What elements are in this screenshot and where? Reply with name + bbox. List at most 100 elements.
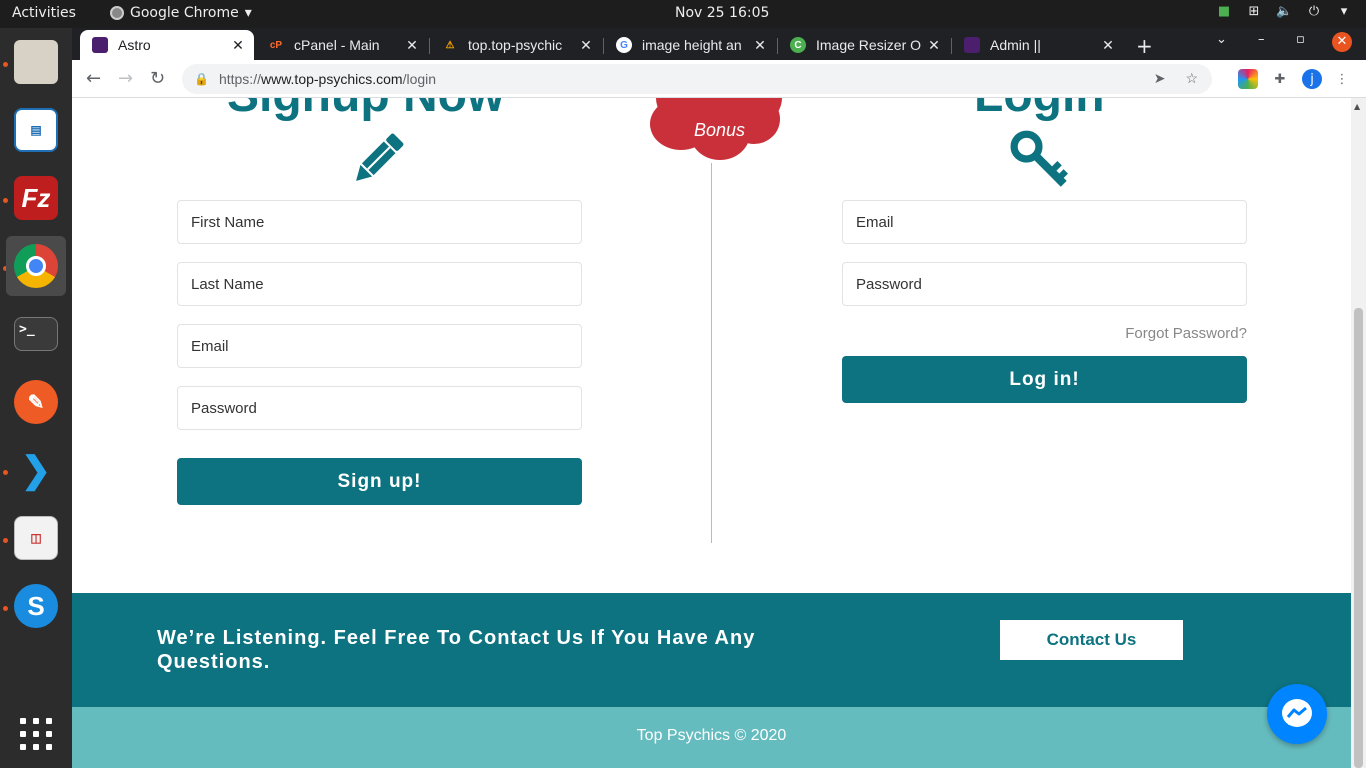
app-menu[interactable]: Google Chrome ▾ [110, 5, 252, 21]
close-tab-icon[interactable]: ✕ [1098, 37, 1118, 54]
footer: Top Psychics © 2020 [72, 707, 1351, 768]
page-scrollbar[interactable]: ▲ [1351, 98, 1366, 768]
chrome-small-icon [110, 6, 124, 20]
login-password-input[interactable] [842, 262, 1247, 306]
google-favicon-icon: G [616, 37, 632, 53]
lock-icon[interactable]: 🔒 [194, 72, 209, 86]
dock-document-reader[interactable]: ◫ [6, 508, 66, 568]
login-button[interactable]: Log in! [842, 356, 1247, 403]
dock-files[interactable] [6, 32, 66, 92]
tab-title: image height an [642, 37, 742, 53]
bonus-label: Bonus [693, 120, 746, 140]
send-icon[interactable]: ➤ [1154, 70, 1166, 87]
dock-skype[interactable]: S [6, 576, 66, 636]
address-bar[interactable]: 🔒 https://www.top-psychics.com/login ➤ ☆ [182, 64, 1212, 94]
tab-strip: Astro ✕ cP cPanel - Main ✕ ⚠ top.top-psy… [72, 28, 1366, 60]
forward-icon[interactable]: → [118, 68, 133, 89]
signup-button[interactable]: Sign up! [177, 458, 582, 505]
dock-vscode[interactable]: ❯ [6, 440, 66, 500]
activities-button[interactable]: Activities [12, 5, 76, 21]
maximize-icon[interactable]: ▫ [1296, 32, 1305, 47]
tab-title: top.top-psychic [468, 37, 563, 53]
forgot-password-link[interactable]: Forgot Password? [1032, 325, 1247, 342]
color-picker-extension-icon[interactable] [1238, 69, 1258, 89]
dock-terminal[interactable]: >_ [6, 304, 66, 364]
reload-icon[interactable]: ↻ [150, 68, 165, 89]
dock-impress[interactable]: ▤ [6, 100, 66, 160]
signup-first-name-input[interactable] [177, 200, 582, 244]
tab-title: Admin || [990, 37, 1041, 53]
admin-favicon-icon [964, 37, 980, 53]
url-host: www.top-psychics.com [260, 71, 403, 87]
vscode-icon: ❯ [20, 449, 52, 490]
tab-image-height[interactable]: G image height an ✕ [604, 30, 776, 60]
minimize-icon[interactable]: – [1258, 32, 1265, 47]
tab-search-icon[interactable]: ⌄ [1216, 32, 1227, 47]
url-path: /login [402, 71, 437, 87]
pencil-icon [356, 133, 404, 181]
messenger-chat-button[interactable] [1267, 684, 1327, 744]
tab-title: Image Resizer O [816, 37, 922, 53]
app-menu-label: Google Chrome [130, 5, 239, 21]
menu-kebab-icon[interactable]: ⋮ [1332, 69, 1352, 89]
messenger-icon [1282, 699, 1312, 727]
close-tab-icon[interactable]: ✕ [576, 37, 596, 54]
login-heading: Login [974, 98, 1105, 123]
scrollbar-thumb[interactable] [1354, 308, 1363, 768]
copyright-text: Top Psychics © 2020 [636, 727, 787, 744]
tab-cpanel[interactable]: cP cPanel - Main ✕ [256, 30, 428, 60]
chrome-icon [14, 244, 58, 288]
dock-chrome[interactable] [6, 236, 66, 296]
postman-icon: ✎ [14, 380, 58, 424]
files-icon [14, 40, 58, 84]
tab-title: Astro [118, 37, 151, 53]
close-tab-icon[interactable]: ✕ [228, 37, 248, 54]
extensions-puzzle-icon[interactable]: ✚ [1270, 69, 1290, 89]
cpanel-favicon-icon: cP [269, 39, 283, 51]
new-tab-icon[interactable]: + [1136, 34, 1153, 58]
close-window-icon[interactable]: ✕ [1332, 32, 1352, 52]
column-divider [711, 163, 712, 543]
signup-last-name-input[interactable] [177, 262, 582, 306]
app-grid-icon[interactable] [20, 718, 52, 750]
bookmark-star-icon[interactable]: ☆ [1185, 70, 1198, 87]
volume-icon[interactable]: 🔈 [1276, 4, 1292, 19]
chevron-down-icon[interactable]: ▾ [1336, 4, 1352, 19]
tab-title: cPanel - Main [294, 37, 380, 53]
close-tab-icon[interactable]: ✕ [750, 37, 770, 54]
close-tab-icon[interactable]: ✕ [402, 37, 422, 54]
tab-top-psychics[interactable]: ⚠ top.top-psychic ✕ [430, 30, 602, 60]
signup-email-input[interactable] [177, 324, 582, 368]
tab-image-resizer[interactable]: C Image Resizer O ✕ [778, 30, 950, 60]
bonus-badge: Bonus [642, 98, 797, 163]
dock-postman[interactable]: ✎ [6, 372, 66, 432]
power-icon[interactable]: ⏻ [1306, 4, 1322, 19]
system-top-bar: Activities Google Chrome ▾ Nov 25 16:05 … [0, 0, 1366, 28]
terminal-icon: >_ [14, 317, 58, 351]
close-tab-icon[interactable]: ✕ [924, 37, 944, 54]
scroll-up-icon[interactable]: ▲ [1354, 102, 1360, 111]
dock-filezilla[interactable]: Fz [6, 168, 66, 228]
signup-heading: Signup Now [227, 98, 504, 123]
contact-band: We’re Listening. Feel Free To Contact Us… [72, 593, 1351, 707]
network-icon[interactable]: ⊞ [1246, 4, 1262, 19]
filezilla-icon: Fz [14, 176, 58, 220]
tab-admin[interactable]: Admin || ✕ [952, 30, 1124, 60]
dock: ▤ Fz >_ ✎ ❯ ◫ S [0, 28, 72, 768]
contact-us-button[interactable]: Contact Us [1000, 620, 1183, 660]
browser-toolbar: ← → ↻ 🔒 https://www.top-psychics.com/log… [72, 60, 1366, 98]
image-resizer-favicon-icon: C [790, 37, 806, 53]
contact-message: We’re Listening. Feel Free To Contact Us… [157, 627, 756, 673]
back-icon[interactable]: ← [86, 68, 101, 89]
system-tray[interactable]: ■ ⊞ 🔈 ⏻ ▾ [1216, 4, 1352, 19]
update-shield-icon[interactable]: ■ [1216, 4, 1232, 19]
impress-icon: ▤ [14, 108, 58, 152]
tab-astro[interactable]: Astro ✕ [80, 30, 254, 60]
profile-avatar[interactable]: j [1302, 69, 1322, 89]
document-reader-icon: ◫ [14, 516, 58, 560]
caret-down-icon: ▾ [244, 5, 252, 21]
url-scheme: https:// [218, 71, 261, 87]
clock[interactable]: Nov 25 16:05 [675, 5, 769, 21]
login-email-input[interactable] [842, 200, 1247, 244]
signup-password-input[interactable] [177, 386, 582, 430]
